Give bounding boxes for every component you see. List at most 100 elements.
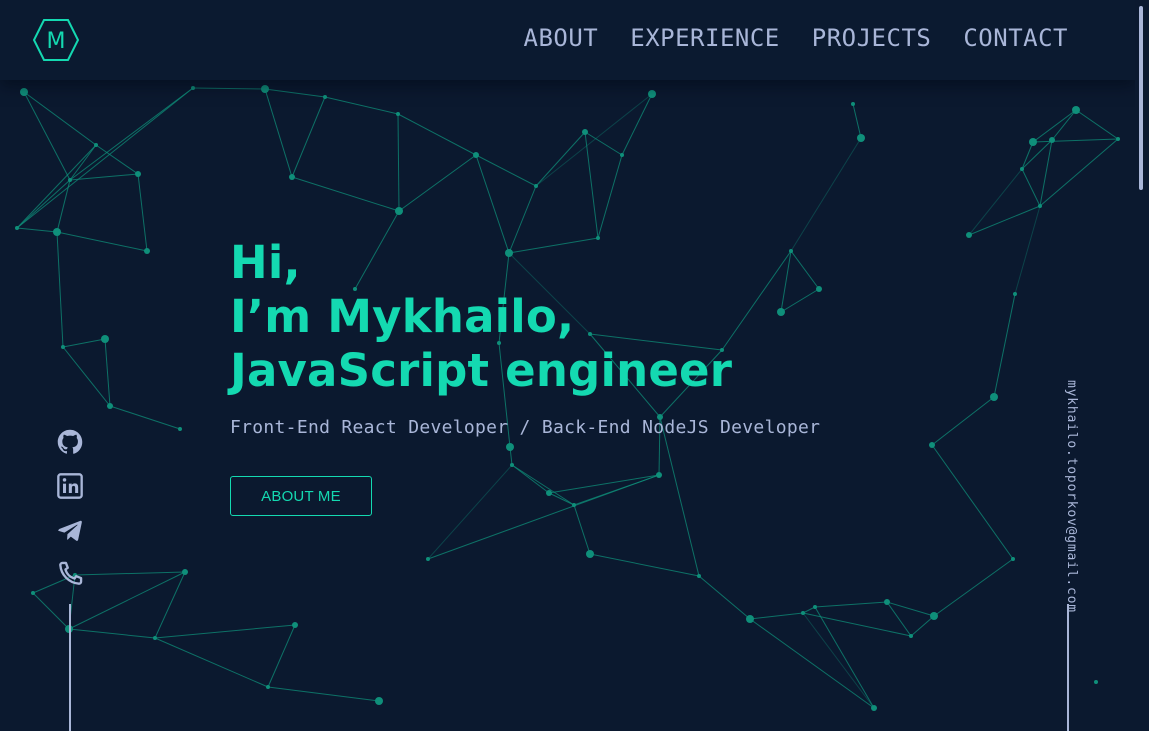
network-link bbox=[511, 464, 550, 494]
network-node bbox=[990, 393, 998, 401]
headline-greeting: Hi, bbox=[230, 236, 301, 289]
network-link bbox=[154, 637, 269, 688]
linkedin-icon bbox=[57, 473, 83, 499]
network-node bbox=[61, 345, 65, 349]
network-link bbox=[802, 612, 912, 637]
network-link bbox=[1021, 168, 1041, 207]
network-node bbox=[20, 88, 28, 96]
network-link bbox=[621, 93, 653, 156]
network-link bbox=[154, 571, 186, 639]
network-node bbox=[586, 550, 594, 558]
network-node bbox=[813, 605, 817, 609]
network-link bbox=[16, 144, 97, 229]
linkedin-link[interactable] bbox=[56, 472, 84, 500]
network-node bbox=[153, 636, 157, 640]
github-link[interactable] bbox=[56, 428, 84, 456]
network-node bbox=[1029, 138, 1037, 146]
network-link bbox=[192, 87, 266, 90]
hero-section: Hi, I’m Mykhailo, JavaScript engineer Fr… bbox=[230, 236, 990, 516]
network-link bbox=[584, 131, 623, 156]
page-scrollbar[interactable] bbox=[1135, 0, 1149, 731]
network-link bbox=[584, 131, 599, 239]
social-vertical-line bbox=[69, 604, 71, 731]
network-node bbox=[697, 574, 701, 578]
network-node bbox=[1049, 137, 1055, 143]
network-link bbox=[69, 144, 97, 181]
network-link bbox=[659, 416, 700, 577]
network-link bbox=[264, 88, 326, 98]
network-link bbox=[548, 474, 660, 494]
network-link bbox=[104, 338, 111, 407]
network-link bbox=[1032, 138, 1119, 143]
network-node bbox=[929, 442, 935, 448]
network-node bbox=[857, 134, 865, 142]
hexagon-logo-icon: M bbox=[32, 19, 80, 61]
network-link bbox=[16, 179, 71, 229]
network-link bbox=[931, 444, 1014, 560]
network-node bbox=[182, 569, 188, 575]
headline-name: I’m Mykhailo, bbox=[230, 290, 575, 343]
nav-link-experience[interactable]: EXPERIENCE bbox=[630, 20, 780, 56]
phone-icon bbox=[59, 561, 83, 585]
network-node bbox=[572, 503, 576, 507]
network-node bbox=[656, 472, 662, 478]
nav-link-contact[interactable]: CONTACT bbox=[963, 20, 1068, 56]
about-me-button[interactable]: ABOUT ME bbox=[230, 476, 372, 516]
network-node bbox=[1116, 137, 1120, 141]
network-node bbox=[375, 697, 383, 705]
network-node bbox=[510, 463, 514, 467]
network-link bbox=[69, 87, 194, 181]
network-node bbox=[473, 152, 479, 158]
network-node bbox=[801, 611, 805, 615]
network-node bbox=[1013, 292, 1017, 296]
network-node bbox=[289, 174, 295, 180]
network-link bbox=[852, 103, 862, 139]
network-node bbox=[534, 184, 538, 188]
hero-headline: Hi, I’m Mykhailo, JavaScript engineer bbox=[230, 236, 990, 398]
headline-role: JavaScript engineer bbox=[230, 344, 733, 397]
network-link bbox=[109, 405, 181, 430]
network-link bbox=[267, 686, 380, 702]
network-node bbox=[94, 143, 98, 147]
network-link bbox=[74, 571, 186, 576]
network-link bbox=[933, 558, 1014, 617]
top-navigation-bar: M ABOUT EXPERIENCE PROJECTS CONTACT bbox=[0, 0, 1135, 80]
network-node bbox=[266, 685, 270, 689]
logo-button[interactable]: M bbox=[32, 17, 80, 63]
network-node bbox=[1038, 204, 1042, 208]
network-link bbox=[56, 231, 64, 348]
email-link[interactable]: mykhailo.toporkov@gmail.com bbox=[1059, 380, 1079, 613]
network-link bbox=[993, 293, 1016, 398]
social-links bbox=[56, 428, 86, 604]
network-node bbox=[1020, 167, 1024, 171]
network-node bbox=[323, 95, 327, 99]
network-link bbox=[23, 91, 71, 181]
nav-link-about[interactable]: ABOUT bbox=[524, 20, 599, 56]
network-link bbox=[154, 624, 296, 639]
network-link bbox=[535, 93, 653, 187]
network-node bbox=[1072, 106, 1080, 114]
network-link bbox=[802, 612, 875, 709]
network-node bbox=[178, 427, 182, 431]
network-link bbox=[324, 96, 399, 115]
network-node bbox=[746, 615, 754, 623]
phone-link[interactable] bbox=[56, 560, 84, 588]
network-node bbox=[53, 228, 61, 236]
network-link bbox=[597, 154, 623, 239]
github-icon bbox=[57, 429, 83, 454]
network-link bbox=[62, 338, 106, 348]
scrollbar-thumb[interactable] bbox=[1139, 6, 1143, 190]
network-link bbox=[1075, 109, 1119, 140]
network-link bbox=[814, 601, 888, 608]
network-link bbox=[1014, 205, 1041, 295]
nav-link-projects[interactable]: PROJECTS bbox=[812, 20, 932, 56]
network-link bbox=[267, 624, 296, 688]
network-node bbox=[909, 634, 913, 638]
network-link bbox=[69, 173, 139, 181]
network-node bbox=[15, 226, 19, 230]
telegram-link[interactable] bbox=[56, 516, 84, 544]
network-link bbox=[95, 144, 139, 175]
network-node bbox=[292, 622, 298, 628]
network-link bbox=[56, 231, 148, 252]
network-node bbox=[261, 85, 269, 93]
